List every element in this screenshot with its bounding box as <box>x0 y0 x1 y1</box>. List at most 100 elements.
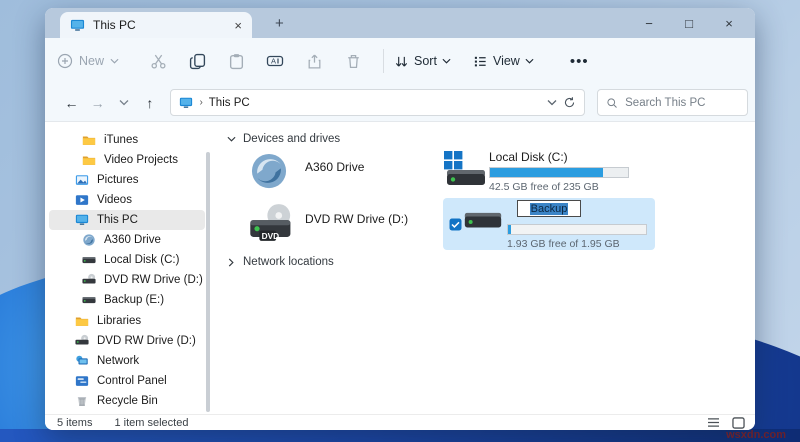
tab-close-icon[interactable]: × <box>234 19 242 32</box>
details-view-icon[interactable] <box>707 417 720 428</box>
sidebar-item-label: Libraries <box>97 315 141 327</box>
drive-tile-a360[interactable]: A360 Drive <box>247 150 437 200</box>
chevron-down-icon <box>525 57 534 66</box>
address-bar-row: ← → ↑ › This PC Search This PC <box>45 84 755 122</box>
recycle-bin-icon <box>75 394 89 408</box>
command-bar: New A <box>45 38 755 84</box>
sidebar-item-label: Recycle Bin <box>97 395 158 407</box>
address-box[interactable]: › This PC <box>170 89 585 116</box>
history-dropdown-button[interactable] <box>112 90 135 116</box>
sidebar-item-this-pc[interactable]: This PC <box>49 210 205 230</box>
status-bar: 5 items 1 item selected <box>45 414 755 430</box>
sidebar-item-dvd-drive-d-2[interactable]: DVD RW Drive (D:) <box>49 331 205 351</box>
selected-checkbox[interactable] <box>449 218 462 231</box>
sidebar-item-local-disk-c[interactable]: Local Disk (C:) <box>49 250 205 270</box>
dvd-drive-icon <box>82 273 96 287</box>
sidebar-item-label: Backup (E:) <box>104 294 164 306</box>
drive-name: DVD RW Drive (D:) <box>305 212 408 252</box>
minimize-button[interactable]: − <box>629 8 669 38</box>
sidebar-item-recycle-bin[interactable]: Recycle Bin <box>49 391 205 411</box>
view-icon <box>473 54 488 69</box>
plus-circle-icon <box>57 53 73 69</box>
sidebar-item-label: DVD RW Drive (D:) <box>97 335 196 347</box>
network-icon <box>75 354 89 368</box>
search-box[interactable]: Search This PC <box>597 89 748 116</box>
sidebar-item-a360-drive[interactable]: A360 Drive <box>49 230 205 250</box>
free-space-text: 1.93 GB free of 1.95 GB <box>507 238 647 250</box>
view-button[interactable]: View <box>473 54 534 69</box>
disk-usage-bar <box>489 167 629 178</box>
drive-tile-dvd[interactable]: DVD DVD RW Drive (D:) <box>247 202 437 252</box>
copy-button[interactable] <box>182 46 212 76</box>
section-label: Devices and drives <box>243 133 340 145</box>
up-button[interactable]: ↑ <box>138 90 161 116</box>
svg-text:DVD: DVD <box>262 232 279 241</box>
a360-drive-icon <box>82 233 96 247</box>
drive-tile-backup[interactable]: Backup 1.93 GB free of 1.95 GB <box>443 198 655 250</box>
svg-text:A: A <box>271 57 276 66</box>
sidebar-item-dvd-drive-d[interactable]: DVD RW Drive (D:) <box>49 270 205 290</box>
sidebar-item-label: Local Disk (C:) <box>104 254 179 266</box>
delete-button[interactable] <box>338 46 368 76</box>
paste-button[interactable] <box>221 46 251 76</box>
dvd-drive-icon <box>75 334 89 348</box>
selection-count: 1 item selected <box>114 417 188 429</box>
sidebar-item-videos[interactable]: Videos <box>49 190 205 210</box>
rename-button[interactable]: A <box>260 46 290 76</box>
a360-drive-icon <box>247 150 291 192</box>
close-button[interactable]: × <box>709 8 749 38</box>
maximize-button[interactable]: □ <box>669 8 709 38</box>
sidebar-item-label: Videos <box>97 194 132 206</box>
tab-this-pc[interactable]: This PC × <box>60 12 252 38</box>
drive-tile-local-disk[interactable]: Local Disk (C:) 42.5 GB free of 235 GB <box>443 150 655 202</box>
sidebar-item-network[interactable]: Network <box>49 351 205 371</box>
this-pc-icon <box>70 18 85 33</box>
sidebar-item-pictures[interactable]: Pictures <box>49 170 205 190</box>
sidebar-item-label: iTunes <box>104 134 138 146</box>
sidebar-item-label: This PC <box>97 214 138 226</box>
address-dropdown-icon[interactable] <box>547 98 557 108</box>
cut-button[interactable] <box>143 46 173 76</box>
sort-icon <box>394 54 409 69</box>
sidebar-item-label: Pictures <box>97 174 139 186</box>
sidebar-item-label: DVD RW Drive (D:) <box>104 274 203 286</box>
sidebar-item-libraries[interactable]: Libraries <box>49 311 205 331</box>
watermark: wsxdn.com <box>726 429 786 441</box>
this-pc-icon <box>179 96 193 110</box>
sidebar-scrollbar[interactable] <box>206 152 210 412</box>
sidebar-item-label: Video Projects <box>104 154 178 166</box>
section-network-locations[interactable]: Network locations <box>227 256 334 268</box>
drive-name: A360 Drive <box>305 160 364 200</box>
folder-icon <box>75 314 89 328</box>
more-options-button[interactable]: ••• <box>570 53 589 70</box>
rename-input-value: Backup <box>530 203 569 215</box>
large-icons-view-icon[interactable] <box>732 417 745 429</box>
disk-usage-bar <box>507 224 647 235</box>
section-devices-and-drives[interactable]: Devices and drives <box>227 133 340 145</box>
sort-button[interactable]: Sort <box>394 54 451 69</box>
tab-title: This PC <box>93 18 226 32</box>
sidebar-item-label: Network <box>97 355 139 367</box>
folder-icon <box>82 153 96 167</box>
rename-input[interactable]: Backup <box>517 200 581 217</box>
expand-chevron-icon[interactable] <box>227 258 236 267</box>
share-button[interactable] <box>299 46 329 76</box>
sidebar-item-control-panel[interactable]: Control Panel <box>49 371 205 391</box>
section-label: Network locations <box>243 256 334 268</box>
back-button[interactable]: ← <box>60 90 83 116</box>
free-space-text: 42.5 GB free of 235 GB <box>489 181 631 193</box>
pictures-icon <box>75 173 89 187</box>
new-tab-button[interactable]: + <box>267 8 292 38</box>
view-button-label: View <box>493 54 520 68</box>
item-count: 5 items <box>57 417 92 429</box>
sidebar-item-video-projects[interactable]: Video Projects <box>49 150 205 170</box>
sidebar-item-itunes[interactable]: iTunes <box>49 130 205 150</box>
breadcrumb[interactable]: This PC <box>209 97 541 109</box>
collapse-chevron-icon[interactable] <box>227 135 236 144</box>
forward-button[interactable]: → <box>86 90 109 116</box>
control-panel-icon <box>75 374 89 388</box>
new-button[interactable]: New <box>57 53 119 69</box>
refresh-icon[interactable] <box>563 96 576 109</box>
sidebar-item-backup-e[interactable]: Backup (E:) <box>49 290 205 310</box>
folder-icon <box>82 133 96 147</box>
